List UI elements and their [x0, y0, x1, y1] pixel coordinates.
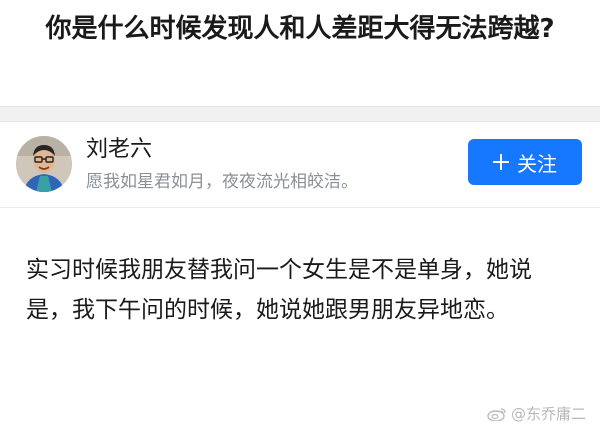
watermark: @东乔庸二: [487, 403, 586, 424]
plus-icon: [493, 154, 509, 170]
author-row: 刘老六 愿我如星君如月，夜夜流光相皎洁。 关注: [0, 121, 600, 208]
avatar[interactable]: [16, 136, 72, 192]
avatar-image: [16, 136, 72, 192]
follow-button-label: 关注: [517, 151, 557, 176]
answer-page: 你是什么时候发现人和人差距大得无法跨越? 刘老六 愿我如星君如月，夜夜流光相皎洁…: [0, 0, 600, 430]
question-title[interactable]: 你是什么时候发现人和人差距大得无法跨越?: [30, 10, 570, 48]
follow-button[interactable]: 关注: [468, 139, 582, 185]
weibo-icon: [487, 407, 506, 421]
author-name[interactable]: 刘老六: [86, 135, 152, 165]
answer-body: 实习时候我朋友替我问一个女生是不是单身，她说是，我下午问的时候，她说她跟男朋友异…: [26, 257, 532, 323]
author-bio: 愿我如星君如月，夜夜流光相皎洁。: [86, 172, 358, 192]
section-divider: [0, 106, 600, 122]
watermark-text: @东乔庸二: [510, 405, 586, 423]
